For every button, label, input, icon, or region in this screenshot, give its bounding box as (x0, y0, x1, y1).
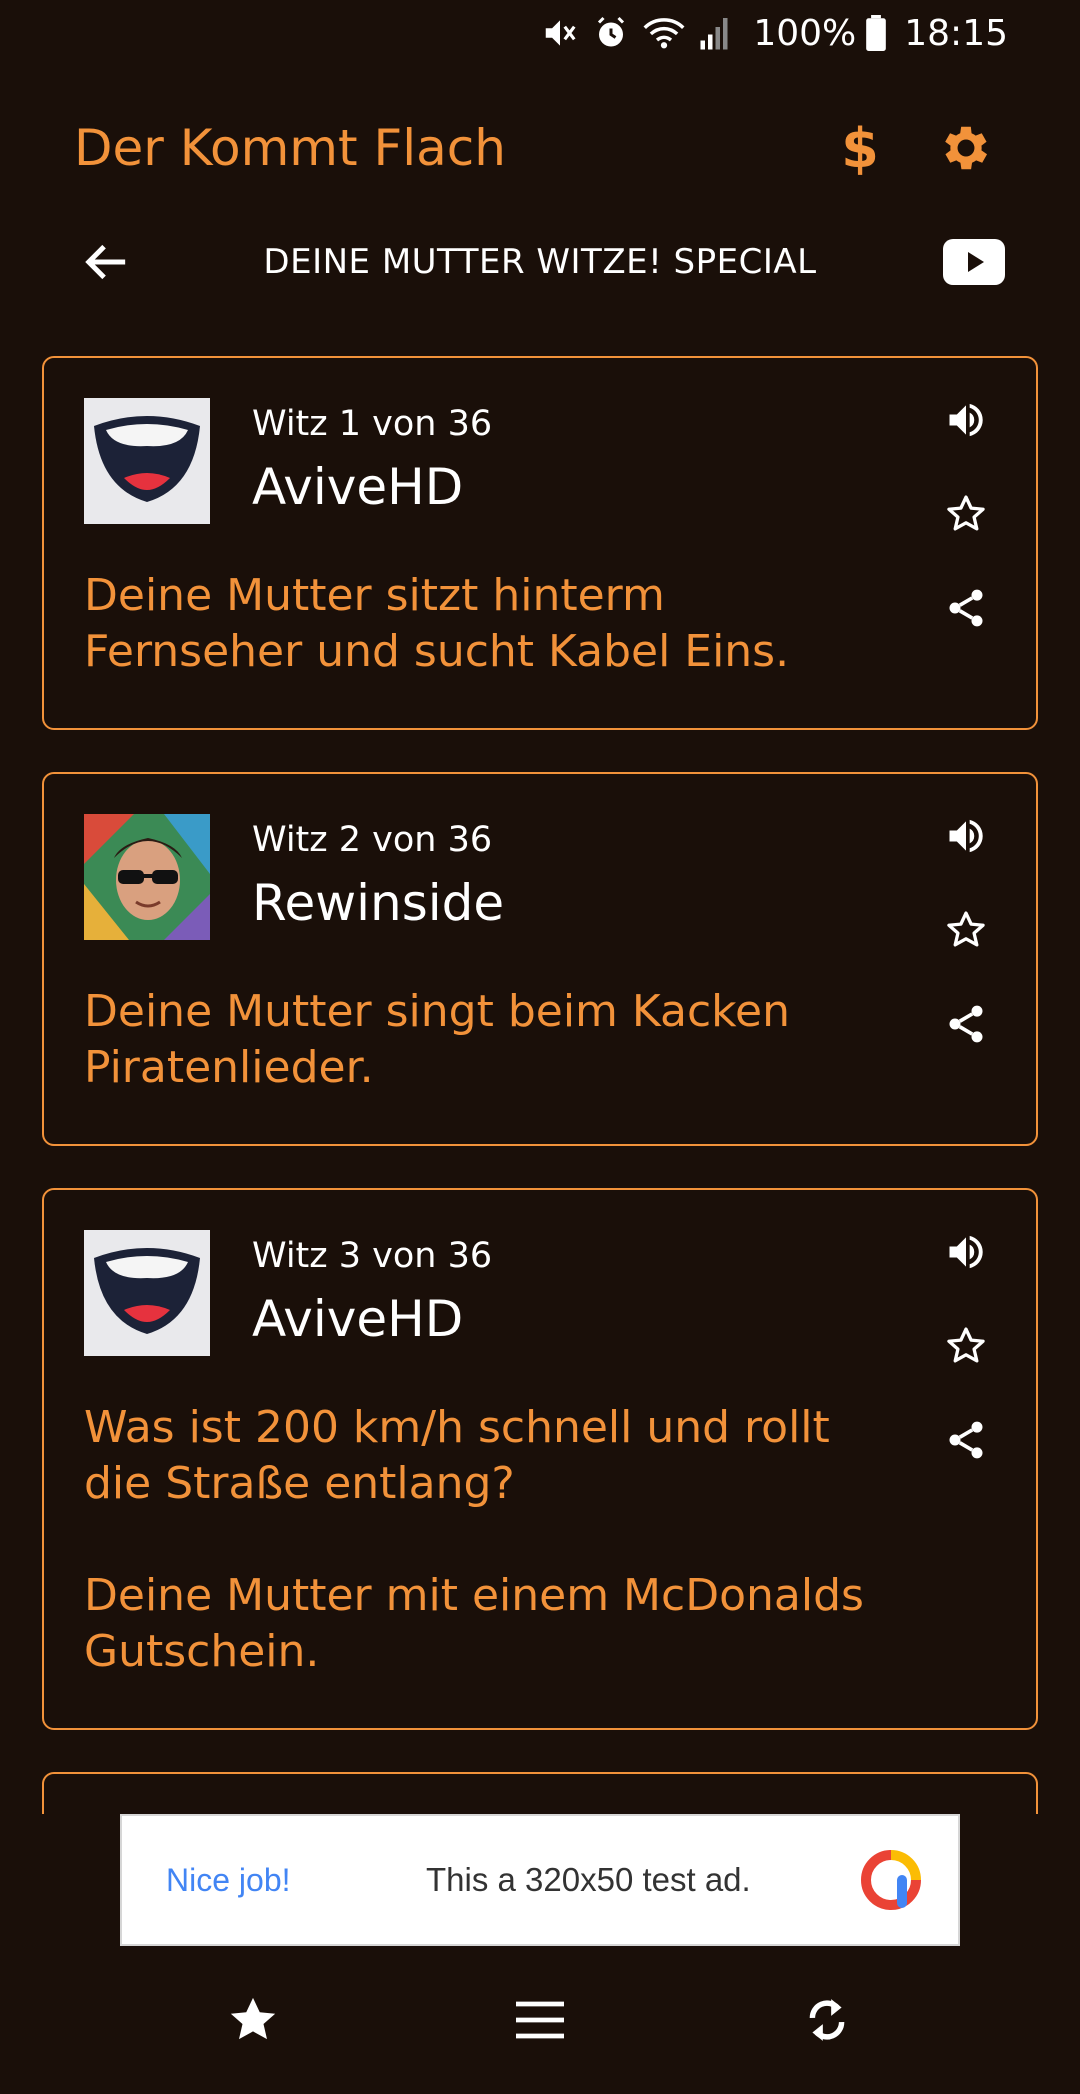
back-arrow-icon[interactable] (74, 230, 138, 294)
joke-counter: Witz 2 von 36 (252, 820, 493, 860)
mute-icon (546, 20, 576, 46)
dollar-icon[interactable]: $ (820, 108, 900, 188)
wifi-icon (643, 18, 685, 49)
star-outline-icon[interactable] (941, 1322, 991, 1370)
status-icons (541, 14, 729, 52)
ad-banner[interactable]: Nice job! This a 320x50 test ad. (120, 1814, 960, 1946)
joke-card: Witz 1 von 36 AviveHD Deine Mutter sitzt… (42, 356, 1038, 730)
speaker-icon[interactable] (941, 1228, 991, 1276)
ad-text: This a 320x50 test ad. (426, 1861, 751, 1898)
refresh-icon[interactable] (787, 1980, 867, 2060)
share-icon[interactable] (941, 584, 991, 632)
category-title: DEINE MUTTER WITZE! SPECIAL (263, 242, 817, 282)
joke-author: AviveHD (252, 1290, 464, 1348)
joke-text: Was ist 200 km/h schnell und rollt die S… (84, 1402, 864, 1677)
joke-counter: Witz 3 von 36 (252, 1236, 493, 1276)
bottom-nav (0, 1970, 1080, 2070)
share-icon[interactable] (941, 1416, 991, 1464)
joke-text: Deine Mutter singt beim Kacken Piratenli… (84, 986, 790, 1093)
app-title: Der Kommt Flach (74, 119, 506, 177)
joke-card: Witz 3 von 36 AviveHD Was ist 200 km/h s… (42, 1188, 1038, 1730)
favorites-star-icon[interactable] (213, 1980, 293, 2060)
clock-time: 18:15 (904, 12, 1008, 54)
joke-author: AviveHD (252, 458, 464, 516)
joke-author: Rewinside (252, 874, 505, 932)
app-screen: 100% 18:15 Der Kommt Flach $ DEINE MUTTE… (0, 0, 1080, 2094)
mouth-logo-avatar (84, 1230, 210, 1356)
status-bar: 100% 18:15 (0, 0, 1080, 66)
alarm-icon (598, 16, 625, 47)
speaker-icon[interactable] (941, 812, 991, 860)
joke-counter: Witz 1 von 36 (252, 404, 493, 444)
menu-lines-icon[interactable] (500, 1980, 580, 2060)
ad-label: Nice job! (166, 1861, 291, 1898)
settings-gear-icon[interactable] (926, 108, 1006, 188)
app-bar: Der Kommt Flach $ (74, 108, 1006, 188)
signal-icon (700, 18, 728, 50)
star-outline-icon[interactable] (941, 490, 991, 538)
joke-text: Deine Mutter sitzt hinterm Fernseher und… (84, 570, 790, 677)
joke-list[interactable]: Witz 1 von 36 AviveHD Deine Mutter sitzt… (42, 356, 1038, 1814)
star-outline-icon[interactable] (941, 906, 991, 954)
joke-card-partial (42, 1772, 1038, 1814)
battery-percentage: 100% (753, 12, 857, 54)
share-icon[interactable] (941, 1000, 991, 1048)
youtube-icon[interactable] (942, 230, 1006, 294)
speaker-icon[interactable] (941, 396, 991, 444)
battery-icon (866, 15, 887, 51)
joke-card: Witz 2 von 36 Rewinside Deine Mutter sin… (42, 772, 1038, 1146)
ad-logo-icon (861, 1850, 921, 1910)
sub-header: DEINE MUTTER WITZE! SPECIAL (74, 222, 1006, 302)
mouth-logo-avatar (84, 398, 210, 524)
sunglasses-man-avatar (84, 814, 210, 940)
